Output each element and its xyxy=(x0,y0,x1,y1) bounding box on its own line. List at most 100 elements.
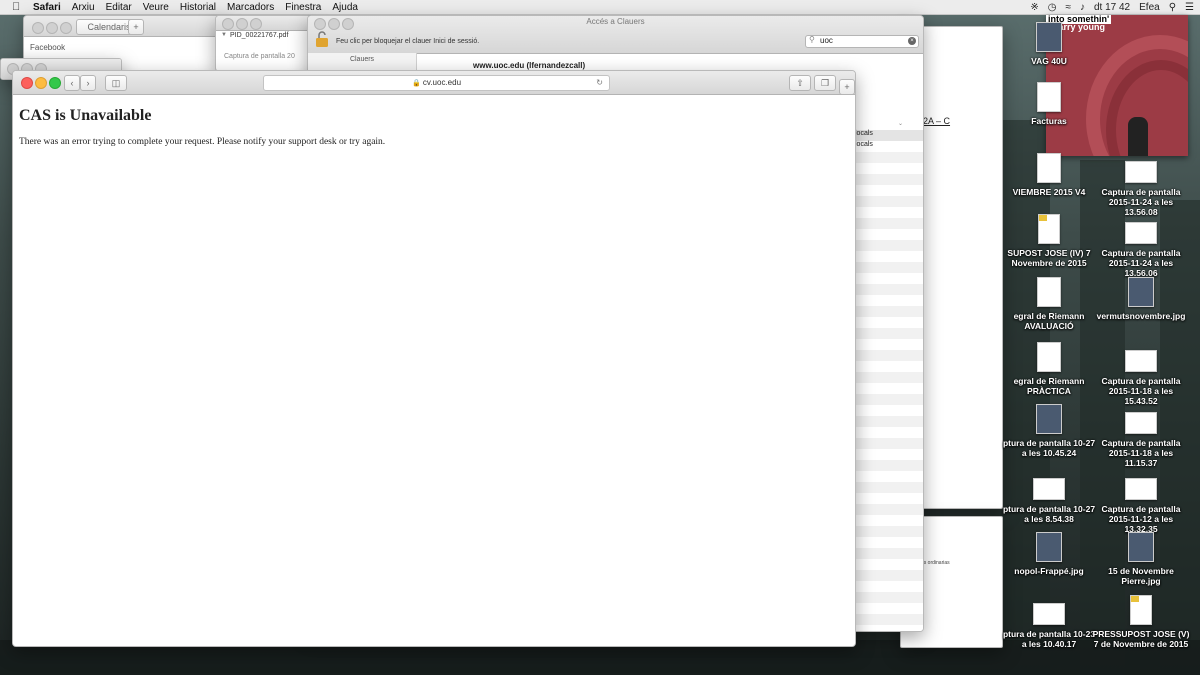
entry-title: www.uoc.edu (lfernandezcall) xyxy=(473,61,586,70)
desktop-icon[interactable]: egral de Riemann PRÀCTICA xyxy=(1000,342,1098,396)
notification-center-icon[interactable]: ☰ xyxy=(1185,2,1194,13)
image-thumbnail-icon xyxy=(1036,532,1062,562)
desktop-icon[interactable]: ptura de pantalla 10-27 a les 10.45.24 xyxy=(1000,404,1098,458)
desktop-icon[interactable]: nopol-Frappé.jpg xyxy=(1000,532,1098,576)
doc-thumbnail-icon xyxy=(1037,82,1061,112)
share-icon[interactable]: ⇧ xyxy=(789,75,811,91)
forward-icon[interactable]: › xyxy=(80,75,96,91)
pdf-window[interactable]: PID_00221767.pdf ▼ Captura de pantalla 2… xyxy=(215,15,312,72)
page-content: CAS is Unavailable There was an error tr… xyxy=(13,95,855,646)
zoom-icon[interactable] xyxy=(49,77,61,89)
desktop-icon-label: vermutsnovembre.jpg xyxy=(1096,311,1186,321)
menu-edit[interactable]: Editar xyxy=(106,2,132,13)
back-icon[interactable]: ‹ xyxy=(64,75,80,91)
keychain-title: Accés a Clauers xyxy=(586,17,645,26)
safari-window[interactable]: ‹ › ◫ 🔒 cv.uoc.edu ↻ ⇧ ❐ + CAS is Unavai… xyxy=(12,70,856,647)
add-icon[interactable]: + xyxy=(128,19,144,35)
doc-thumbnail-icon xyxy=(1037,153,1061,183)
image-thumbnail-icon xyxy=(1128,532,1154,562)
pdf-title: PID_00221767.pdf xyxy=(230,32,289,39)
minimize-icon[interactable] xyxy=(236,18,248,30)
menu-history[interactable]: Historial xyxy=(180,2,216,13)
error-message: There was an error trying to complete yo… xyxy=(19,137,386,147)
desktop-icon-label: ptura de pantalla 10-27 a les 8.54.38 xyxy=(1002,504,1096,524)
shot-thumbnail-icon xyxy=(1125,412,1157,434)
volume-icon[interactable]: ♪ xyxy=(1080,2,1085,13)
zoom-icon[interactable] xyxy=(250,18,262,30)
padlock-icon[interactable] xyxy=(316,31,328,47)
doc-thumbnail-icon xyxy=(1037,277,1061,307)
sidebar-item-facebook[interactable]: Facebook xyxy=(30,43,65,52)
desktop-icon[interactable]: Captura de pantalla 2015-11-24 a les 13.… xyxy=(1092,153,1190,217)
desktop-icon[interactable]: 15 de Novembre Pierre.jpg xyxy=(1092,532,1190,586)
disclosure-icon[interactable]: ▼ xyxy=(221,32,227,38)
menu-bookmarks[interactable]: Marcadors xyxy=(227,2,274,13)
menu-app-name[interactable]: Safari xyxy=(33,2,61,13)
menu-view[interactable]: Veure xyxy=(143,2,169,13)
spotlight-icon[interactable]: ⚲ xyxy=(1169,2,1176,13)
desktop-icon[interactable]: SUPOST JOSE (IV) 7 Novembre de 2015 xyxy=(1000,214,1098,268)
pdf-thumbnail-icon xyxy=(1038,214,1060,244)
list-dropdown-icon[interactable]: ⌄ xyxy=(853,120,923,130)
desktop-icon[interactable]: ptura de pantalla 10-27 a les 8.54.38 xyxy=(1000,470,1098,524)
menu-help[interactable]: Ajuda xyxy=(332,2,358,13)
list-item[interactable]: locals xyxy=(853,141,923,152)
desktop-icon[interactable]: Captura de pantalla 2015-11-18 a les 15.… xyxy=(1092,342,1190,406)
desktop-icon-label: Captura de pantalla 2015-11-12 a les 13.… xyxy=(1101,504,1181,534)
desktop-icon-label: Facturas xyxy=(1031,116,1067,126)
zoom-icon[interactable] xyxy=(60,22,72,34)
image-thumbnail-icon xyxy=(1036,404,1062,434)
document-fragment: 2A – C xyxy=(923,116,951,126)
url-text: cv.uoc.edu xyxy=(422,78,462,87)
menu-file[interactable]: Arxiu xyxy=(72,2,95,13)
shot-thumbnail-icon xyxy=(1033,478,1065,500)
desktop-icon[interactable]: Facturas xyxy=(1000,82,1098,126)
menubar-clock[interactable]: dt 17 42 xyxy=(1094,2,1130,13)
minimize-icon[interactable] xyxy=(35,77,47,89)
pdf-subtitle: Captura de pantalla 20 xyxy=(224,53,295,60)
desktop-icon[interactable]: Captura de pantalla 2015-11-12 a les 13.… xyxy=(1092,470,1190,534)
new-tab-icon[interactable]: + xyxy=(839,79,855,95)
reload-icon[interactable]: ↻ xyxy=(596,76,603,90)
desktop-icon[interactable]: PRESSUPOST JOSE (V) 7 de Novembre de 201… xyxy=(1092,595,1190,649)
desktop-icon[interactable]: egral de Riemann AVALUACIÓ xyxy=(1000,277,1098,331)
address-bar[interactable]: 🔒 cv.uoc.edu ↻ xyxy=(263,75,610,91)
desktop-icon-label: VAG 40U xyxy=(1031,56,1067,66)
desktop-icon[interactable]: Captura de pantalla 2015-11-18 a les 11.… xyxy=(1092,404,1190,468)
desktop-icon[interactable]: VAG 40U xyxy=(1000,22,1098,66)
shot-thumbnail-icon xyxy=(1125,478,1157,500)
doc-thumbnail-icon xyxy=(1037,342,1061,372)
shot-thumbnail-icon xyxy=(1125,161,1157,183)
desktop-icon-label: VIEMBRE 2015 V4 xyxy=(1012,187,1086,197)
close-icon[interactable] xyxy=(222,18,234,30)
list-item[interactable]: locals xyxy=(853,130,923,141)
apple-menu-icon[interactable]:  xyxy=(12,1,23,13)
desktop-icon-label: Captura de pantalla 2015-11-24 a les 13.… xyxy=(1101,248,1181,278)
page-title: CAS is Unavailable xyxy=(19,107,152,124)
time-machine-icon[interactable]: ◷ xyxy=(1048,2,1057,13)
desktop-icon[interactable]: Captura de pantalla 2015-11-24 a les 13.… xyxy=(1092,214,1190,278)
desktop-icon[interactable]: VIEMBRE 2015 V4 xyxy=(1000,153,1098,197)
bluetooth-icon[interactable]: ※ xyxy=(1030,2,1038,13)
search-icon: ⚲ xyxy=(809,35,815,44)
document-fragment-2: as ordinarias xyxy=(921,560,950,566)
image-thumbnail-icon xyxy=(1036,22,1062,52)
search-input[interactable]: ⚲ uoc × xyxy=(805,35,919,48)
menu-window[interactable]: Finestra xyxy=(285,2,321,13)
tabs-overview-icon[interactable]: ❐ xyxy=(814,75,836,91)
musician-figure xyxy=(1128,117,1148,156)
close-icon[interactable] xyxy=(32,22,44,34)
menubar-user[interactable]: Efea xyxy=(1139,2,1160,13)
minimize-icon[interactable] xyxy=(46,22,58,34)
pdf-thumbnail-icon xyxy=(1130,595,1152,625)
close-icon[interactable] xyxy=(21,77,33,89)
desktop-icon-label: egral de Riemann PRÀCTICA xyxy=(1013,376,1085,396)
sidebar-icon[interactable]: ◫ xyxy=(105,75,127,91)
desktop-icon[interactable]: ptura de pantalla 10-23 a les 10.40.17 xyxy=(1000,595,1098,649)
desktop-icon[interactable]: vermutsnovembre.jpg xyxy=(1092,277,1190,321)
entry-list[interactable]: ⌄ locals locals xyxy=(853,120,923,631)
wifi-icon[interactable]: ≈ xyxy=(1065,2,1071,13)
shot-thumbnail-icon xyxy=(1033,603,1065,625)
desktop-icon-label: Captura de pantalla 2015-11-18 a les 15.… xyxy=(1101,376,1181,406)
clear-search-icon[interactable]: × xyxy=(908,37,916,45)
